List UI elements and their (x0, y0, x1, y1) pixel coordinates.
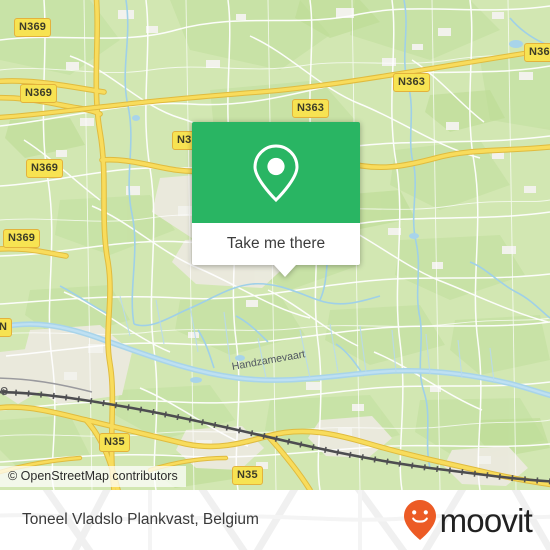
footer-bar: Toneel Vladslo Plankvast, Belgium moovit (0, 490, 550, 550)
map-pin-icon (253, 143, 299, 202)
moovit-logo[interactable]: moovit (403, 490, 533, 550)
take-me-there-button[interactable]: Take me there (192, 223, 360, 265)
take-me-there-label: Take me there (226, 235, 326, 252)
road-shield-n35: N35 (99, 433, 130, 452)
road-shield-n369: N369 (26, 159, 64, 178)
road-shield-n369: N369 (20, 84, 58, 103)
osm-attribution[interactable]: © OpenStreetMap contributors (0, 466, 186, 487)
popup-icon-area (192, 122, 360, 223)
place-label-clipped: e (0, 382, 9, 399)
road-shield-n369: N369 (3, 229, 41, 248)
map-canvas[interactable]: N369 N369 N369 N369 N363 N363 N36 N3 N35… (0, 0, 550, 490)
road-shield-n369: N369 (14, 18, 52, 37)
destination-popup-card[interactable]: Take me there (192, 122, 360, 277)
moovit-map-screenshot: N369 N369 N369 N369 N363 N363 N36 N3 N35… (0, 0, 550, 550)
page-title: Toneel Vladslo Plankvast, Belgium (22, 511, 259, 528)
road-shield-clipped-left: N (0, 318, 13, 337)
road-shield-n36-clipped: N36 (524, 43, 550, 62)
moovit-wordmark: moovit (439, 501, 533, 539)
moovit-pin-icon (403, 500, 436, 540)
road-shield-n363: N363 (292, 99, 330, 118)
popup-tail (274, 265, 296, 277)
road-shield-n363: N363 (393, 73, 431, 92)
road-shield-n35: N35 (232, 466, 263, 485)
